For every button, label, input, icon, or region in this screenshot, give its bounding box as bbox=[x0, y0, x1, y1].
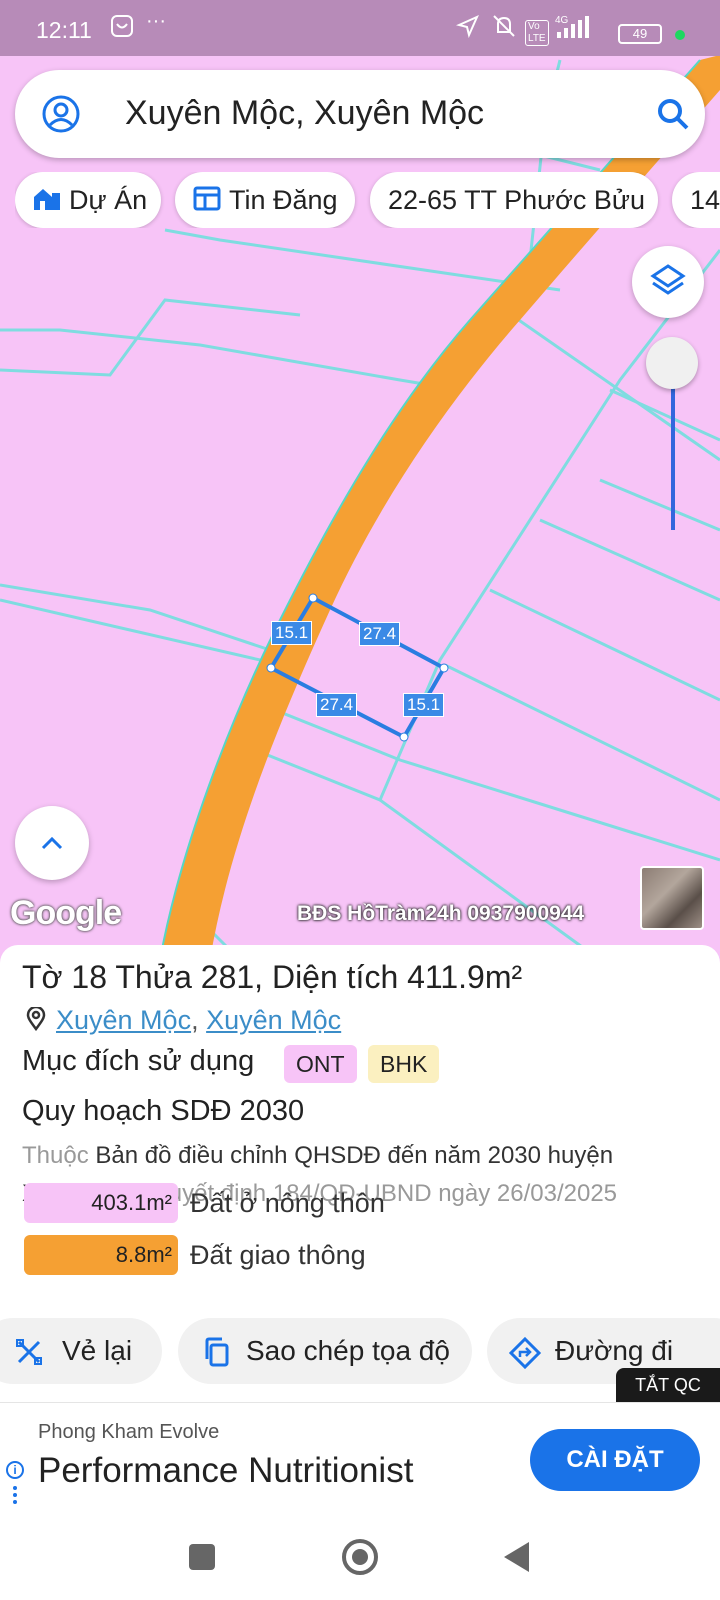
chevron-up-icon bbox=[41, 836, 63, 850]
chip-more[interactable]: 14 bbox=[672, 172, 720, 228]
directions-icon bbox=[509, 1337, 541, 1369]
sheet-number: 18 bbox=[71, 959, 108, 995]
redraw-label: Vẻ lại bbox=[62, 1335, 133, 1366]
action-buttons: Vẻ lại Sao chép tọa độ Đường đi bbox=[0, 1318, 720, 1384]
app-notification-icon bbox=[110, 14, 134, 44]
chip-tin-dang[interactable]: Tin Đăng bbox=[175, 172, 355, 228]
layers-icon bbox=[650, 264, 686, 295]
land-use-purpose-label: Mục đích sử dụng bbox=[22, 1045, 255, 1077]
ad-banner[interactable]: i Phong Kham Evolve Performance Nutritio… bbox=[0, 1402, 720, 1512]
zoom-slider-track[interactable] bbox=[671, 385, 675, 530]
home-building-icon bbox=[33, 174, 61, 228]
recents-icon[interactable] bbox=[189, 1544, 215, 1570]
status-bar: 12:11 ··· Vo LTE 4G 49 bbox=[0, 0, 720, 56]
location-arrow-icon bbox=[455, 14, 480, 44]
ad-advertiser: Phong Kham Evolve bbox=[38, 1421, 220, 1443]
sheet-prefix: Tờ bbox=[22, 959, 63, 995]
filter-chips: Dự Án Tin Đăng 22-65 TT Phước Bửu 14 bbox=[15, 172, 720, 228]
parcel-title: Tờ 18 Thửa 281, Diện tích 411.9m² bbox=[22, 959, 522, 996]
land-use-label: Đất giao thông bbox=[190, 1240, 366, 1270]
system-nav-bar bbox=[0, 1512, 720, 1600]
ad-install-button[interactable]: CÀI ĐẶT bbox=[530, 1429, 700, 1491]
directions-label: Đường đi bbox=[555, 1335, 674, 1366]
redraw-icon bbox=[16, 1339, 42, 1365]
ad-info-icon[interactable]: i bbox=[6, 1461, 24, 1479]
desc-prefix: Thuộc bbox=[22, 1142, 89, 1169]
location-link-district[interactable]: Xuyên Mộc bbox=[56, 1005, 191, 1035]
chip-du-an[interactable]: Dự Án bbox=[15, 172, 161, 228]
land-use-label: Đất ở nông thôn bbox=[190, 1188, 385, 1218]
land-use-area-bar: 403.1m² bbox=[24, 1183, 178, 1223]
parcel-location: Xuyên Mộc, Xuyên Mộc bbox=[26, 1005, 341, 1036]
plot-prefix: Thửa bbox=[115, 959, 192, 995]
signal-4g-icon: 4G bbox=[555, 14, 597, 46]
mute-icon bbox=[490, 14, 518, 44]
close-ad-button[interactable]: TẮT QC bbox=[616, 1368, 720, 1402]
chip-label: Tin Đăng bbox=[229, 185, 338, 215]
ad-headline: Performance Nutritionist bbox=[38, 1451, 414, 1490]
chip-label: 14 bbox=[690, 185, 720, 215]
expand-up-button[interactable] bbox=[15, 806, 89, 880]
dimension-label: 15.1 bbox=[271, 621, 313, 645]
chip-label: Dự Án bbox=[69, 185, 148, 215]
land-use-tag-ont: ONT bbox=[284, 1045, 357, 1083]
location-separator: , bbox=[191, 1005, 199, 1035]
area-prefix: Diện tích bbox=[271, 959, 399, 995]
chip-address[interactable]: 22-65 TT Phước Bửu bbox=[370, 172, 658, 228]
volte-icon: Vo LTE bbox=[525, 20, 549, 46]
status-time: 12:11 bbox=[36, 17, 92, 43]
dimension-label: 15.1 bbox=[403, 693, 445, 717]
parcel-area: 411.9m² bbox=[407, 959, 523, 995]
battery-indicator: 49 bbox=[618, 24, 662, 44]
map-watermark: BĐS HồTràm24h 0937900944 bbox=[297, 902, 585, 925]
account-icon[interactable] bbox=[41, 94, 81, 134]
search-input[interactable]: Xuyên Mộc, Xuyên Mộc bbox=[125, 94, 484, 133]
land-use-tag-bhk: BHK bbox=[368, 1045, 440, 1083]
redraw-button[interactable]: Vẻ lại bbox=[0, 1318, 162, 1384]
listing-icon bbox=[193, 174, 221, 228]
dimension-label: 27.4 bbox=[316, 693, 358, 717]
home-icon[interactable] bbox=[342, 1539, 378, 1575]
more-notifications-icon: ··· bbox=[146, 10, 166, 32]
copy-icon bbox=[205, 1337, 229, 1367]
location-pin-icon bbox=[26, 1005, 46, 1032]
copy-coordinates-label: Sao chép tọa độ bbox=[246, 1335, 450, 1366]
plot-number: 281, bbox=[200, 959, 264, 995]
plan-title: Quy hoạch SDĐ 2030 bbox=[22, 1095, 305, 1127]
search-icon[interactable] bbox=[655, 96, 691, 132]
svg-text:4G: 4G bbox=[555, 15, 569, 26]
google-logo: Google bbox=[10, 894, 122, 932]
active-indicator-dot bbox=[675, 30, 685, 40]
chip-label: 22-65 TT Phước Bửu bbox=[388, 185, 645, 215]
street-view-thumbnail[interactable] bbox=[640, 866, 704, 930]
zoom-slider-handle[interactable] bbox=[646, 337, 698, 389]
back-icon[interactable] bbox=[504, 1542, 529, 1572]
ad-options-icon[interactable] bbox=[12, 1485, 18, 1505]
copy-coordinates-button[interactable]: Sao chép tọa độ bbox=[178, 1318, 472, 1384]
layers-button[interactable] bbox=[632, 246, 704, 318]
search-bar[interactable]: Xuyên Mộc, Xuyên Mộc bbox=[15, 70, 705, 158]
dimension-label: 27.4 bbox=[359, 622, 401, 646]
land-use-area-bar: 8.8m² bbox=[24, 1235, 178, 1275]
location-link-province[interactable]: Xuyên Mộc bbox=[206, 1005, 341, 1035]
